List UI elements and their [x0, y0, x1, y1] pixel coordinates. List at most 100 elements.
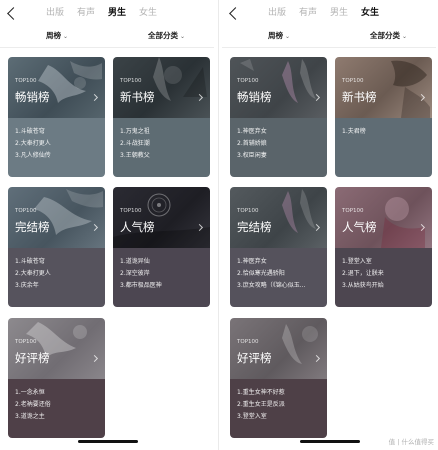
card-title: 人气榜 [120, 220, 155, 234]
ranking-card-top-rated[interactable]: TOP100 好评榜 1.一念永恒 2.老衲要还俗 3.道诡之主 [8, 318, 105, 438]
list-item[interactable]: 2.退下，让朕来 [342, 268, 384, 280]
card-cover-art [381, 197, 425, 248]
list-item[interactable]: 2.斗战狂潮 [120, 138, 150, 150]
card-list: 1.重生女神不好惹 2.重生女王是反派 3.登堂入室 [230, 379, 327, 438]
list-item[interactable]: 2.恰似寒光遇骄阳 [237, 268, 305, 280]
ranking-card-completed[interactable]: TOP100 完结榜 1.神医弃女 2.恰似寒光遇骄阳 3.庶女攻略（《锦心似玉… [230, 187, 327, 307]
tab-bar: 出版 有声 男生 女生 [268, 7, 379, 20]
back-arrow-icon[interactable] [228, 6, 240, 22]
tab-female[interactable]: 女生 [139, 7, 157, 20]
chevron-down-icon: ⌄ [63, 33, 69, 40]
card-list: 1.斗破苍穹 2.大奉打更人 3.凡人修仙传 [8, 118, 105, 177]
list-item[interactable]: 2.老衲要还俗 [15, 399, 51, 411]
tab-male[interactable]: 男生 [330, 7, 348, 20]
card-title: 好评榜 [237, 351, 272, 365]
list-item[interactable]: 1.万鬼之祖 [120, 126, 150, 138]
card-header: TOP100 畅销榜 [8, 57, 105, 118]
list-item[interactable]: 2.重生女王是反派 [237, 399, 285, 411]
list-item[interactable]: 2.大奉打更人 [15, 138, 51, 150]
list-item[interactable]: 3.庆余年 [15, 280, 51, 292]
card-title: 新书榜 [342, 90, 377, 104]
list-item[interactable]: 1.神医弃女 [237, 256, 305, 268]
ranking-card-bestseller[interactable]: TOP100 畅销榜 1.斗破苍穹 2.大奉打更人 3.凡人修仙传 [8, 57, 105, 177]
card-badge: TOP100 [237, 78, 259, 84]
card-badge: TOP100 [120, 78, 142, 84]
list-item[interactable]: 3.登堂入室 [237, 411, 285, 423]
card-title: 完结榜 [237, 220, 272, 234]
tab-publish[interactable]: 出版 [46, 7, 64, 20]
chevron-down-icon: ⌄ [402, 33, 408, 40]
card-title: 畅销榜 [15, 90, 50, 104]
list-item[interactable]: 1.夫君榜 [342, 126, 366, 138]
tab-publish[interactable]: 出版 [268, 7, 286, 20]
ranking-card-new-books[interactable]: TOP100 新书榜 1.万鬼之祖 2.斗战狂潮 3.王朝教父 [113, 57, 210, 177]
list-item[interactable]: 1.神医弃女 [237, 126, 267, 138]
category-filter-label: 全部分类 [370, 31, 400, 40]
tab-female[interactable]: 女生 [361, 7, 379, 20]
list-item[interactable]: 1.斗破苍穹 [15, 256, 51, 268]
list-item[interactable]: 3.从姑获鸟开始 [342, 280, 384, 292]
ranking-card-popular[interactable]: TOP100 人气榜 1.道诡异仙 2.深空彼岸 3.都市极品医神 [113, 187, 210, 307]
category-filter[interactable]: 全部分类 ⌄ [370, 30, 407, 43]
list-item[interactable]: 1.重生女神不好惹 [237, 387, 285, 399]
list-item[interactable]: 2.大奉打更人 [15, 268, 51, 280]
list-item[interactable]: 2.深空彼岸 [120, 268, 162, 280]
list-item[interactable]: 3.庶女攻略（《锦心似玉... [237, 280, 305, 292]
tab-audio[interactable]: 有声 [77, 7, 95, 20]
card-badge: TOP100 [15, 208, 37, 214]
card-header: TOP100 人气榜 [335, 187, 432, 248]
list-item[interactable]: 3.凡人修仙传 [15, 150, 51, 162]
card-cover-art [38, 61, 102, 103]
card-header: TOP100 人气榜 [113, 187, 210, 248]
card-badge: TOP100 [342, 78, 364, 84]
card-cover-art [282, 324, 318, 364]
card-badge: TOP100 [120, 208, 142, 214]
filter-bar: 周榜 ⌄ 全部分类 ⌄ [0, 30, 214, 42]
card-cover-art [113, 193, 210, 248]
list-item[interactable]: 1.道诡异仙 [120, 256, 162, 268]
card-list: 1.万鬼之祖 2.斗战狂潮 3.王朝教父 [113, 118, 210, 177]
card-title: 新书榜 [120, 90, 155, 104]
ranking-card-completed[interactable]: TOP100 完结榜 1.斗破苍穹 2.大奉打更人 3.庆余年 [8, 187, 105, 307]
card-list: 1.夫君榜 [335, 118, 432, 177]
filter-bar: 周榜 ⌄ 全部分类 ⌄ [222, 30, 436, 42]
list-item[interactable]: 3.道诡之主 [15, 411, 51, 423]
list-item[interactable]: 2.首辅娇娘 [237, 138, 267, 150]
card-cover-art [240, 59, 316, 103]
card-badge: TOP100 [237, 339, 259, 345]
ranking-card-bestseller[interactable]: TOP100 畅销榜 1.神医弃女 2.首辅娇娘 3.权臣闲妻 [230, 57, 327, 177]
home-indicator [300, 440, 360, 443]
card-header: TOP100 新书榜 [113, 57, 210, 118]
list-item[interactable]: 1.登堂入室 [342, 256, 384, 268]
card-title: 人气榜 [342, 220, 377, 234]
ranking-card-top-rated[interactable]: TOP100 好评榜 1.重生女神不好惹 2.重生女王是反派 3.登堂入室 [230, 318, 327, 438]
divider [0, 47, 214, 48]
period-filter[interactable]: 周榜 ⌄ [268, 30, 290, 43]
screen-male-rankings: 出版 有声 男生 女生 周榜 ⌄ 全部分类 ⌄ TOP100 畅销榜 1.斗破苍… [0, 0, 214, 450]
card-list: 1.神医弃女 2.恰似寒光遇骄阳 3.庶女攻略（《锦心似玉... [230, 248, 327, 307]
tab-male[interactable]: 男生 [108, 7, 126, 20]
top-nav: 出版 有声 男生 女生 [0, 6, 214, 22]
list-item[interactable]: 3.都市极品医神 [120, 280, 162, 292]
list-item[interactable]: 3.权臣闲妻 [237, 150, 267, 162]
watermark: 值 | 什么值得买 [388, 438, 434, 446]
card-header: TOP100 完结榜 [8, 187, 105, 248]
list-item[interactable]: 1.斗破苍穹 [15, 126, 51, 138]
list-item[interactable]: 1.一念永恒 [15, 387, 51, 399]
chevron-down-icon: ⌄ [180, 33, 186, 40]
card-header: TOP100 好评榜 [230, 318, 327, 379]
category-filter[interactable]: 全部分类 ⌄ [148, 30, 185, 43]
card-title: 畅销榜 [237, 90, 272, 104]
ranking-card-new-books[interactable]: TOP100 新书榜 1.夫君榜 [335, 57, 432, 177]
list-item[interactable]: 3.王朝教父 [120, 150, 150, 162]
ranking-card-popular[interactable]: TOP100 人气榜 1.登堂入室 2.退下，让朕来 3.从姑获鸟开始 [335, 187, 432, 307]
card-list: 1.斗破苍穹 2.大奉打更人 3.庆余年 [8, 248, 105, 307]
period-filter-label: 周榜 [268, 31, 283, 40]
period-filter[interactable]: 周榜 ⌄ [46, 30, 68, 43]
back-arrow-icon[interactable] [6, 6, 18, 22]
card-badge: TOP100 [342, 208, 364, 214]
chevron-down-icon: ⌄ [285, 33, 291, 40]
card-badge: TOP100 [237, 208, 259, 214]
card-cover-art [34, 189, 103, 235]
tab-audio[interactable]: 有声 [299, 7, 317, 20]
